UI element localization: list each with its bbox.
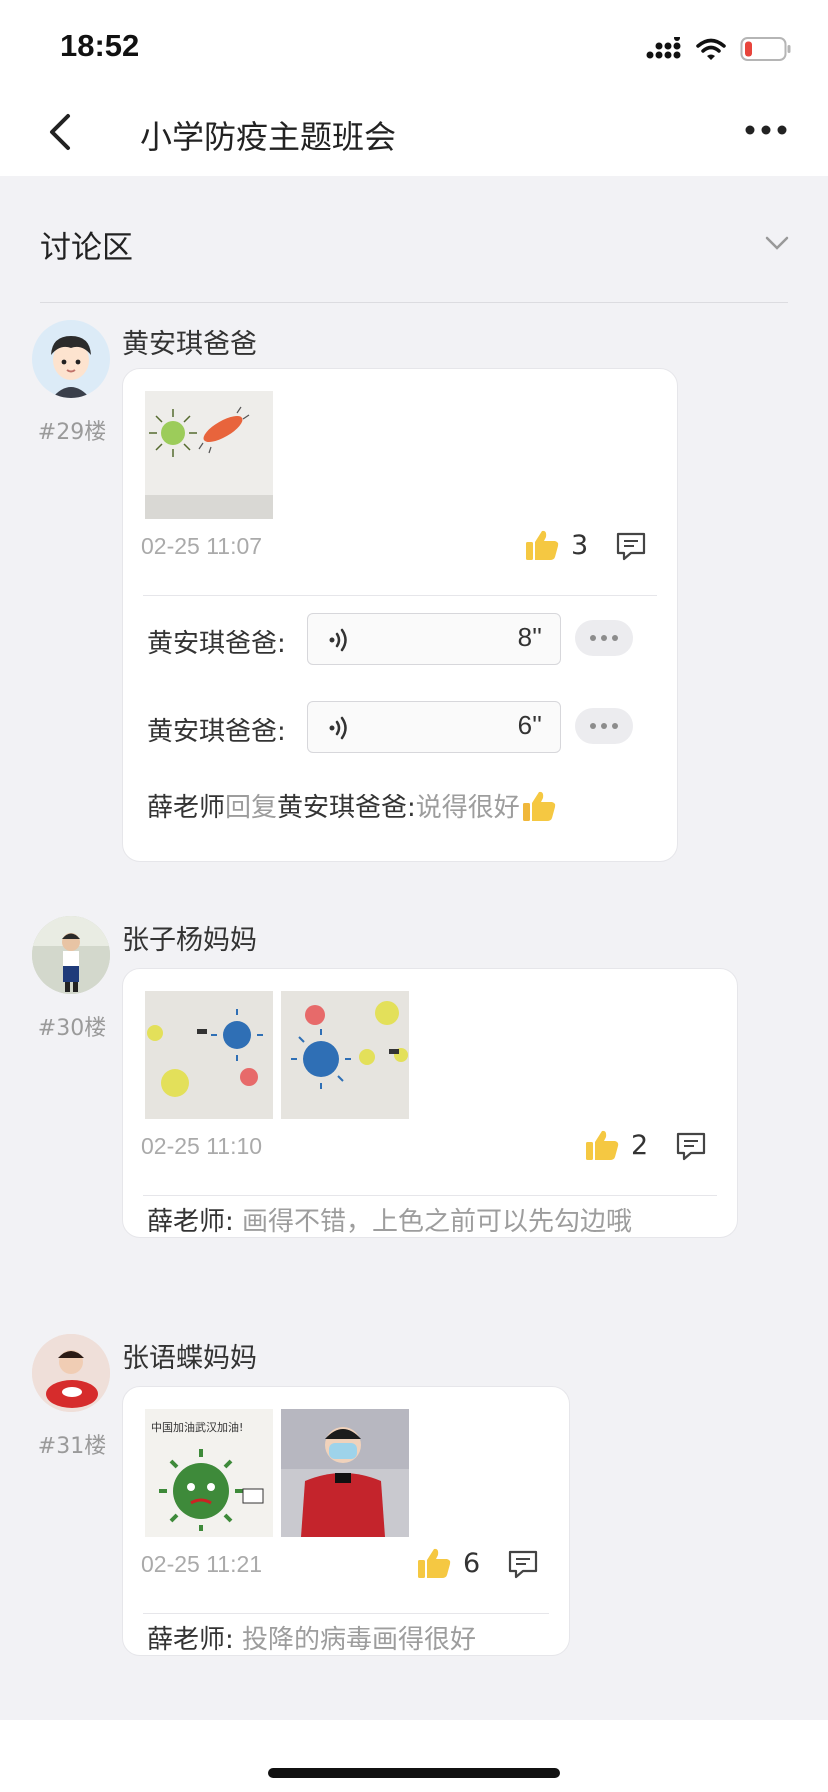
comment-icon[interactable] [615, 531, 647, 561]
chevron-down-icon[interactable] [764, 230, 790, 256]
voice-duration: 8'' [517, 622, 542, 652]
card-divider [143, 1613, 549, 1614]
signal-icon [646, 37, 681, 59]
reply-from: 薛老师 [147, 793, 226, 823]
navigation-bar: 小学防疫主题班会 [0, 88, 828, 176]
post-author[interactable]: 张子杨妈妈 [122, 918, 257, 957]
voice-more-button[interactable] [575, 620, 633, 656]
card-divider [143, 1195, 717, 1196]
post-image[interactable] [281, 991, 409, 1119]
reply-text: 说得很好 [415, 793, 520, 823]
voice-wave-icon [329, 628, 347, 652]
like-button[interactable]: 3 [525, 529, 588, 561]
virus-drawing-image: 中国加油武汉加油! [145, 1409, 273, 1537]
post-card: 02-25 11:10 2 薛老师: 画得不错，上色之前可以先勾边哦 [122, 968, 738, 1238]
voice-message-bubble[interactable]: 6'' [307, 701, 561, 753]
child-photo-avatar [32, 1334, 110, 1412]
thumbs-up-icon [526, 530, 559, 560]
post-author[interactable]: 黄安琪爸爸 [122, 322, 257, 361]
voice-reply-author: 黄安琪爸爸: [147, 717, 286, 747]
post-image[interactable] [145, 391, 273, 519]
comment-icon[interactable] [675, 1131, 707, 1161]
avatar-cartoon-boy[interactable] [32, 320, 110, 398]
status-bar: 18:52 [0, 0, 828, 88]
wifi-icon [696, 38, 726, 60]
floor-number: #29楼 [37, 420, 107, 445]
post-image[interactable] [145, 991, 273, 1119]
voice-more-button[interactable] [575, 708, 633, 744]
reply-to: 黄安琪爸爸: [277, 793, 416, 823]
home-indicator-area [0, 1720, 828, 1792]
cartoon-avatar-icon [32, 320, 110, 398]
like-count: 6 [463, 1547, 481, 1579]
voice-reply-author: 黄安琪爸爸: [147, 629, 286, 659]
reply-text: 投降的病毒画得很好 [233, 1625, 477, 1655]
reply-comment[interactable]: 薛老师: 投降的病毒画得很好 [147, 1619, 476, 1656]
section-divider [40, 302, 788, 303]
drawing-caption: 中国加油武汉加油! [151, 1420, 243, 1434]
post-image[interactable]: 中国加油武汉加油! [145, 1409, 273, 1537]
virus-drawing-image [145, 391, 273, 519]
reply-comment[interactable]: 薛老师 回复 黄安琪爸爸: 说得很好 [147, 787, 556, 824]
voice-wave-icon [329, 716, 347, 740]
like-button[interactable]: 2 [585, 1129, 648, 1161]
comment-icon[interactable] [507, 1549, 539, 1579]
virus-drawing-image [281, 991, 409, 1119]
virus-drawing-image [145, 991, 273, 1119]
like-count: 3 [571, 529, 589, 561]
more-options-icon[interactable] [744, 118, 788, 142]
child-photo-image [281, 1409, 409, 1537]
post-timestamp: 02-25 11:21 [141, 1551, 263, 1577]
thumbs-up-icon [418, 1548, 451, 1578]
post-timestamp: 02-25 11:10 [141, 1133, 263, 1159]
status-icons [646, 34, 792, 64]
card-divider [143, 595, 657, 596]
discussion-section: 讨论区 #29楼 黄安琪爸爸 02-25 11:07 3 黄安琪爸爸: 8'' … [0, 176, 828, 1720]
like-count: 2 [631, 1129, 649, 1161]
floor-number: #30楼 [37, 1016, 107, 1041]
home-indicator[interactable] [268, 1768, 560, 1778]
floor-number: #31楼 [37, 1434, 107, 1459]
avatar-photo-child[interactable] [32, 916, 110, 994]
post-image[interactable] [281, 1409, 409, 1537]
like-button[interactable]: 6 [417, 1547, 480, 1579]
post-card: 02-25 11:07 3 黄安琪爸爸: 8'' 黄安琪爸爸: 6'' 薛老师 … [122, 368, 678, 862]
voice-duration: 6'' [517, 710, 542, 740]
reply-word: 回复 [225, 793, 278, 823]
reply-from: 薛老师: [147, 1207, 234, 1237]
discussion-title: 讨论区 [40, 230, 133, 266]
thumbs-up-emoji-icon [522, 791, 556, 821]
battery-icon [740, 37, 791, 61]
child-photo-avatar [32, 916, 110, 994]
back-chevron-icon[interactable] [44, 110, 84, 154]
voice-message-bubble[interactable]: 8'' [307, 613, 561, 665]
reply-comment[interactable]: 薛老师: 画得不错，上色之前可以先勾边哦 [147, 1201, 632, 1238]
reply-text: 画得不错，上色之前可以先勾边哦 [233, 1207, 633, 1237]
post-card: 中国加油武汉加油! 02-25 11:21 6 薛老师: 投降的病毒画得很好 [122, 1386, 570, 1656]
thumbs-up-icon [586, 1130, 619, 1160]
post-timestamp: 02-25 11:07 [141, 533, 263, 559]
reply-from: 薛老师: [147, 1625, 234, 1655]
avatar-photo-child[interactable] [32, 1334, 110, 1412]
post-author[interactable]: 张语蝶妈妈 [122, 1336, 257, 1375]
page-title: 小学防疫主题班会 [140, 118, 397, 156]
status-time: 18:52 [60, 28, 140, 63]
